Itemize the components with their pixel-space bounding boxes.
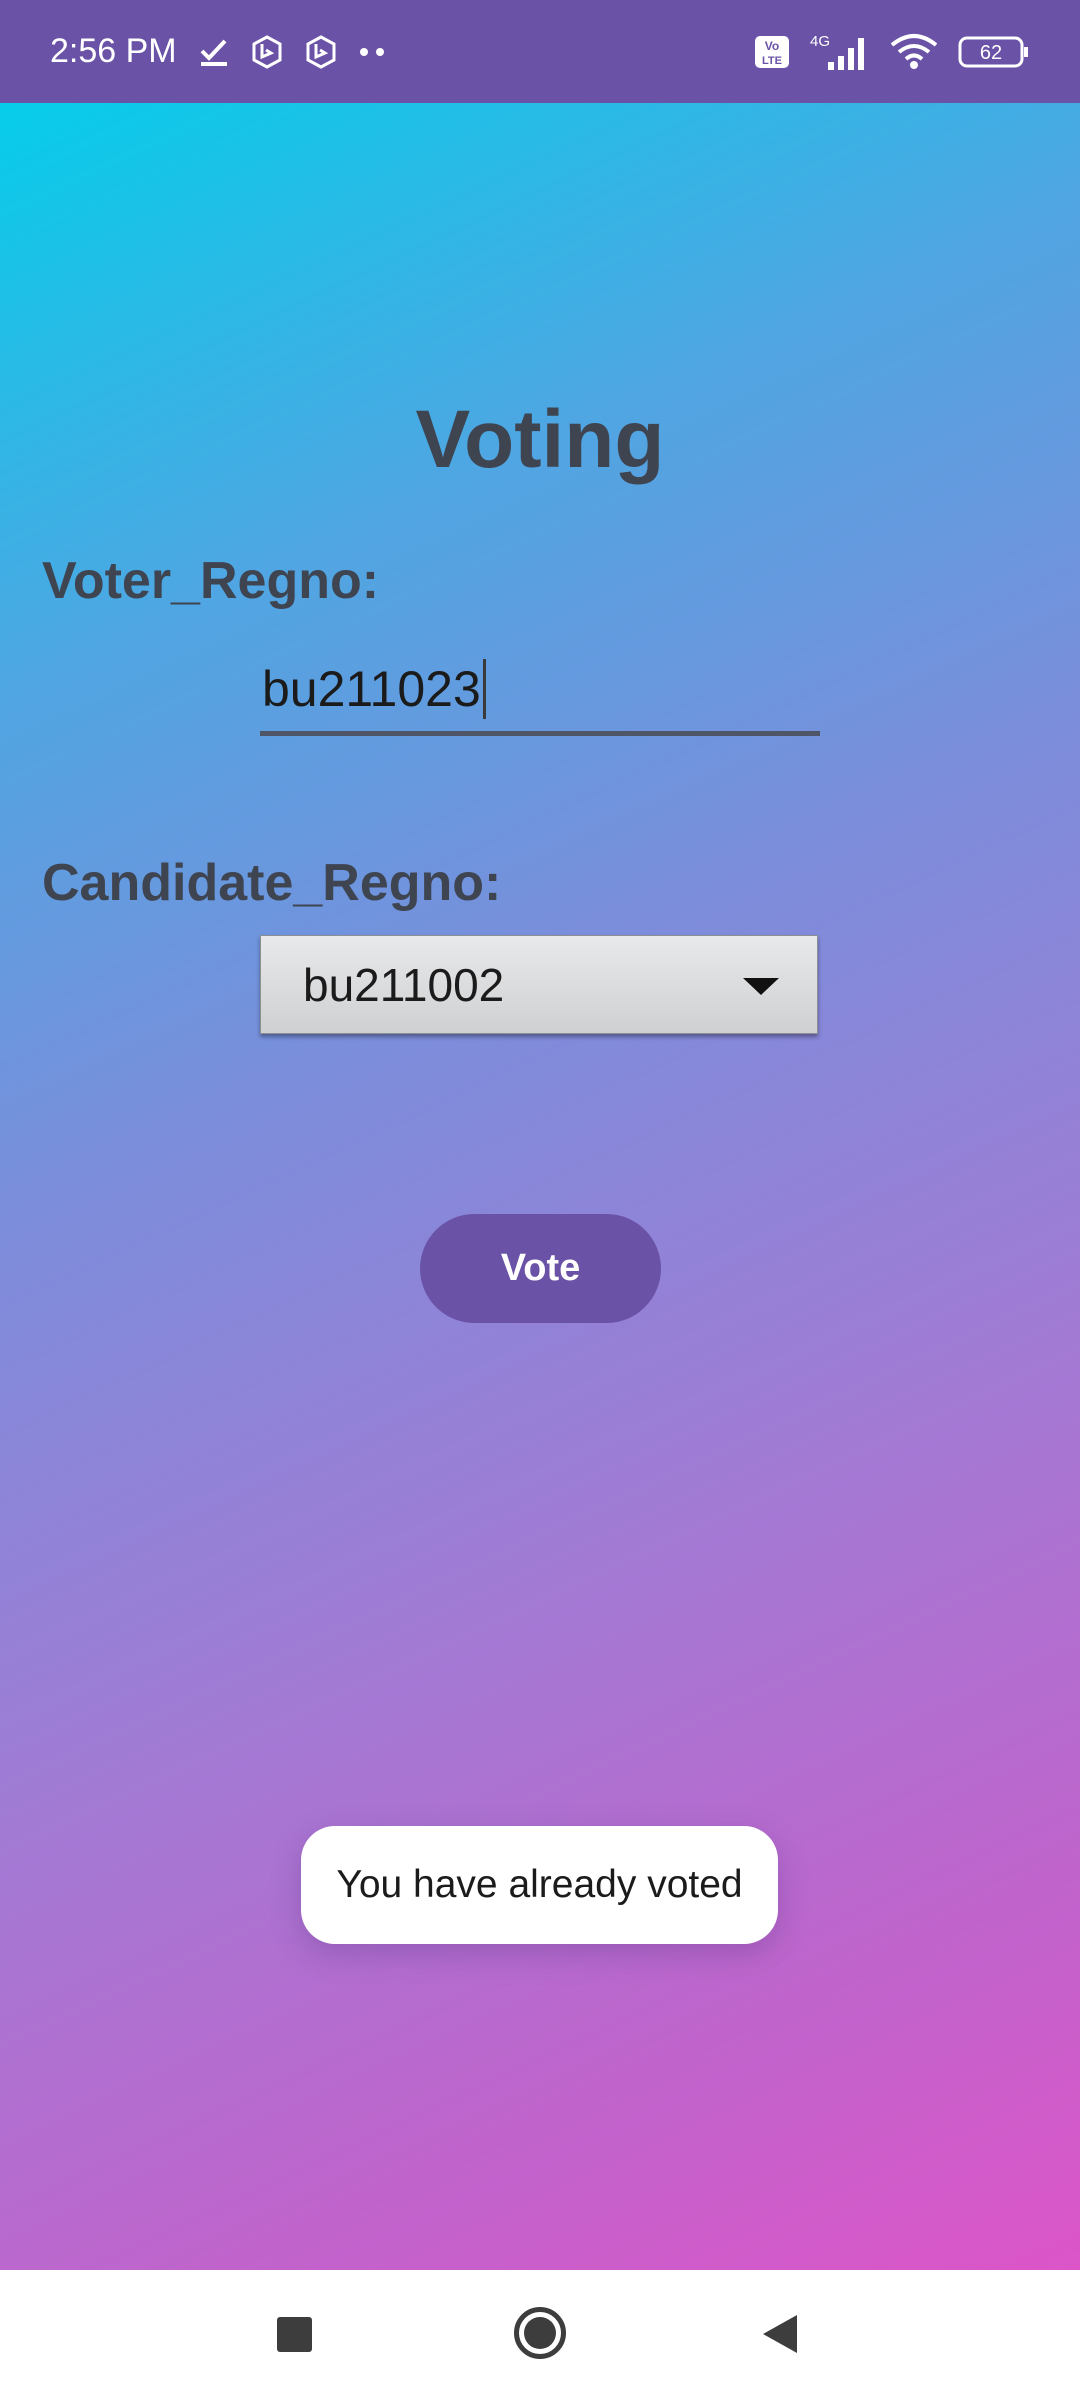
candidate-regno-dropdown[interactable]: bu211002 [260,935,818,1034]
check-download-icon [199,37,229,67]
navigation-bar [0,2270,1080,2400]
bing-app-icon [305,34,337,69]
candidate-selected-value: bu211002 [303,958,505,1011]
page-title: Voting [415,394,665,485]
vote-button[interactable]: Vote [420,1214,661,1323]
home-icon-dot [524,2317,556,2349]
status-left: 2:56 PM [50,32,385,71]
dropdown-arrow-icon [743,978,779,995]
volte-icon: Vo LTE [754,35,790,69]
battery-icon: 62 [958,35,1030,69]
wifi-icon [888,33,940,71]
home-icon[interactable] [514,2307,566,2359]
battery-level: 62 [980,42,1002,64]
status-bar: 2:56 PM Vo LTE 4G 62 [0,0,1080,103]
voter-regno-label: Voter_Regno: [42,552,380,610]
toast-message: You have already voted [301,1826,778,1944]
more-dots-icon [359,47,385,57]
voter-regno-input[interactable]: bu211023 [260,646,820,736]
svg-text:LTE: LTE [762,55,782,67]
status-right: Vo LTE 4G 62 [754,32,1030,72]
voter-regno-value: bu211023 [262,660,481,717]
voting-screen: Voting Voter_Regno: bu211023 Candidate_R… [0,103,1080,2270]
bing-app-icon [251,34,283,69]
svg-text:4G: 4G [810,33,830,50]
back-icon[interactable] [763,2315,797,2353]
candidate-regno-label: Candidate_Regno: [42,854,502,912]
cellular-signal-icon: 4G [808,32,870,72]
status-time: 2:56 PM [50,32,177,70]
recent-apps-icon[interactable] [277,2317,312,2352]
svg-text:Vo: Vo [765,39,779,53]
text-cursor [482,658,486,719]
